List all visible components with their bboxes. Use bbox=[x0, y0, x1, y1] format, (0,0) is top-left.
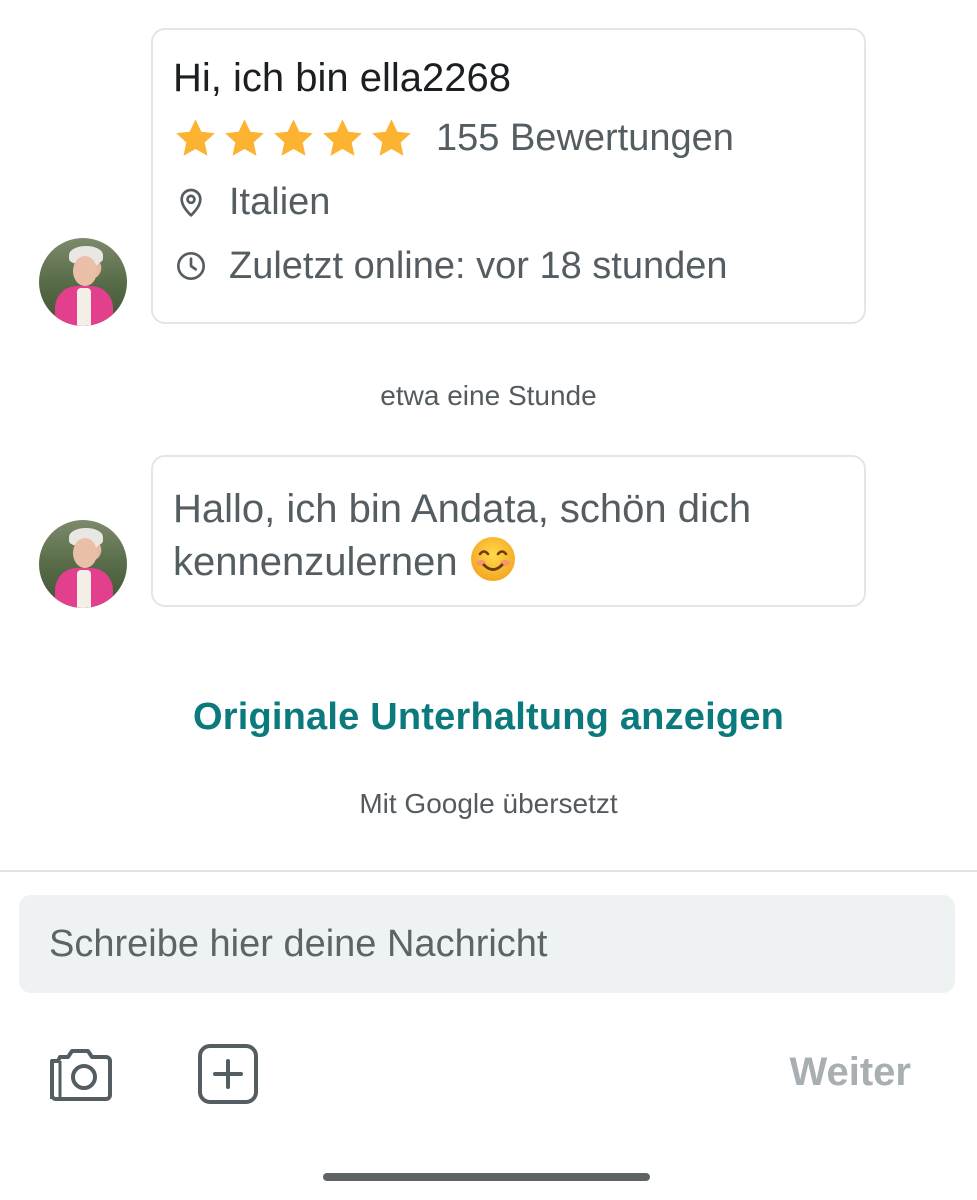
star-icon bbox=[176, 118, 215, 156]
profile-card: Hi, ich bin ella2268 155 Bewertungen Ita… bbox=[151, 28, 866, 324]
last-online-row: Zuletzt online: vor 18 stunden bbox=[173, 236, 844, 296]
rating-row: 155 Bewertungen bbox=[173, 108, 844, 168]
avatar[interactable] bbox=[39, 520, 127, 608]
message-timestamp: etwa eine Stunde bbox=[380, 380, 597, 411]
star-icon bbox=[372, 118, 411, 156]
show-original-link[interactable]: Originale Unterhaltung anzeigen bbox=[0, 696, 977, 739]
location-row: Italien bbox=[173, 172, 844, 232]
chat-screen: Hi, ich bin ella2268 155 Bewertungen Ita… bbox=[0, 0, 977, 1200]
star-rating bbox=[173, 116, 414, 161]
location-text: Italien bbox=[229, 180, 331, 223]
message-input[interactable] bbox=[19, 895, 955, 993]
smiling-face-icon bbox=[470, 537, 515, 581]
add-attachment-button[interactable] bbox=[196, 1042, 260, 1106]
translated-note: Mit Google übersetzt bbox=[359, 788, 618, 819]
star-icon bbox=[274, 118, 313, 156]
avatar[interactable] bbox=[39, 238, 127, 326]
camera-icon bbox=[50, 1049, 112, 1101]
home-indicator bbox=[323, 1173, 650, 1181]
review-count[interactable]: 155 Bewertungen bbox=[436, 117, 734, 160]
clock-icon bbox=[177, 252, 205, 280]
plus-square-icon bbox=[198, 1044, 258, 1104]
send-button[interactable]: Weiter bbox=[789, 1050, 911, 1095]
last-online-text: Zuletzt online: vor 18 stunden bbox=[229, 244, 728, 287]
star-icon bbox=[225, 118, 264, 156]
map-pin-icon bbox=[180, 188, 202, 217]
message-bubble: Hallo, ich bin Andata, schön dich kennen… bbox=[151, 455, 866, 607]
message-text-container: Hallo, ich bin Andata, schön dich kennen… bbox=[173, 483, 844, 588]
star-icon bbox=[323, 118, 362, 156]
profile-greeting: Hi, ich bin ella2268 bbox=[173, 56, 511, 100]
message-text: Hallo, ich bin Andata, schön dich kennen… bbox=[173, 487, 752, 584]
divider bbox=[0, 870, 977, 872]
camera-button[interactable] bbox=[48, 1042, 112, 1106]
